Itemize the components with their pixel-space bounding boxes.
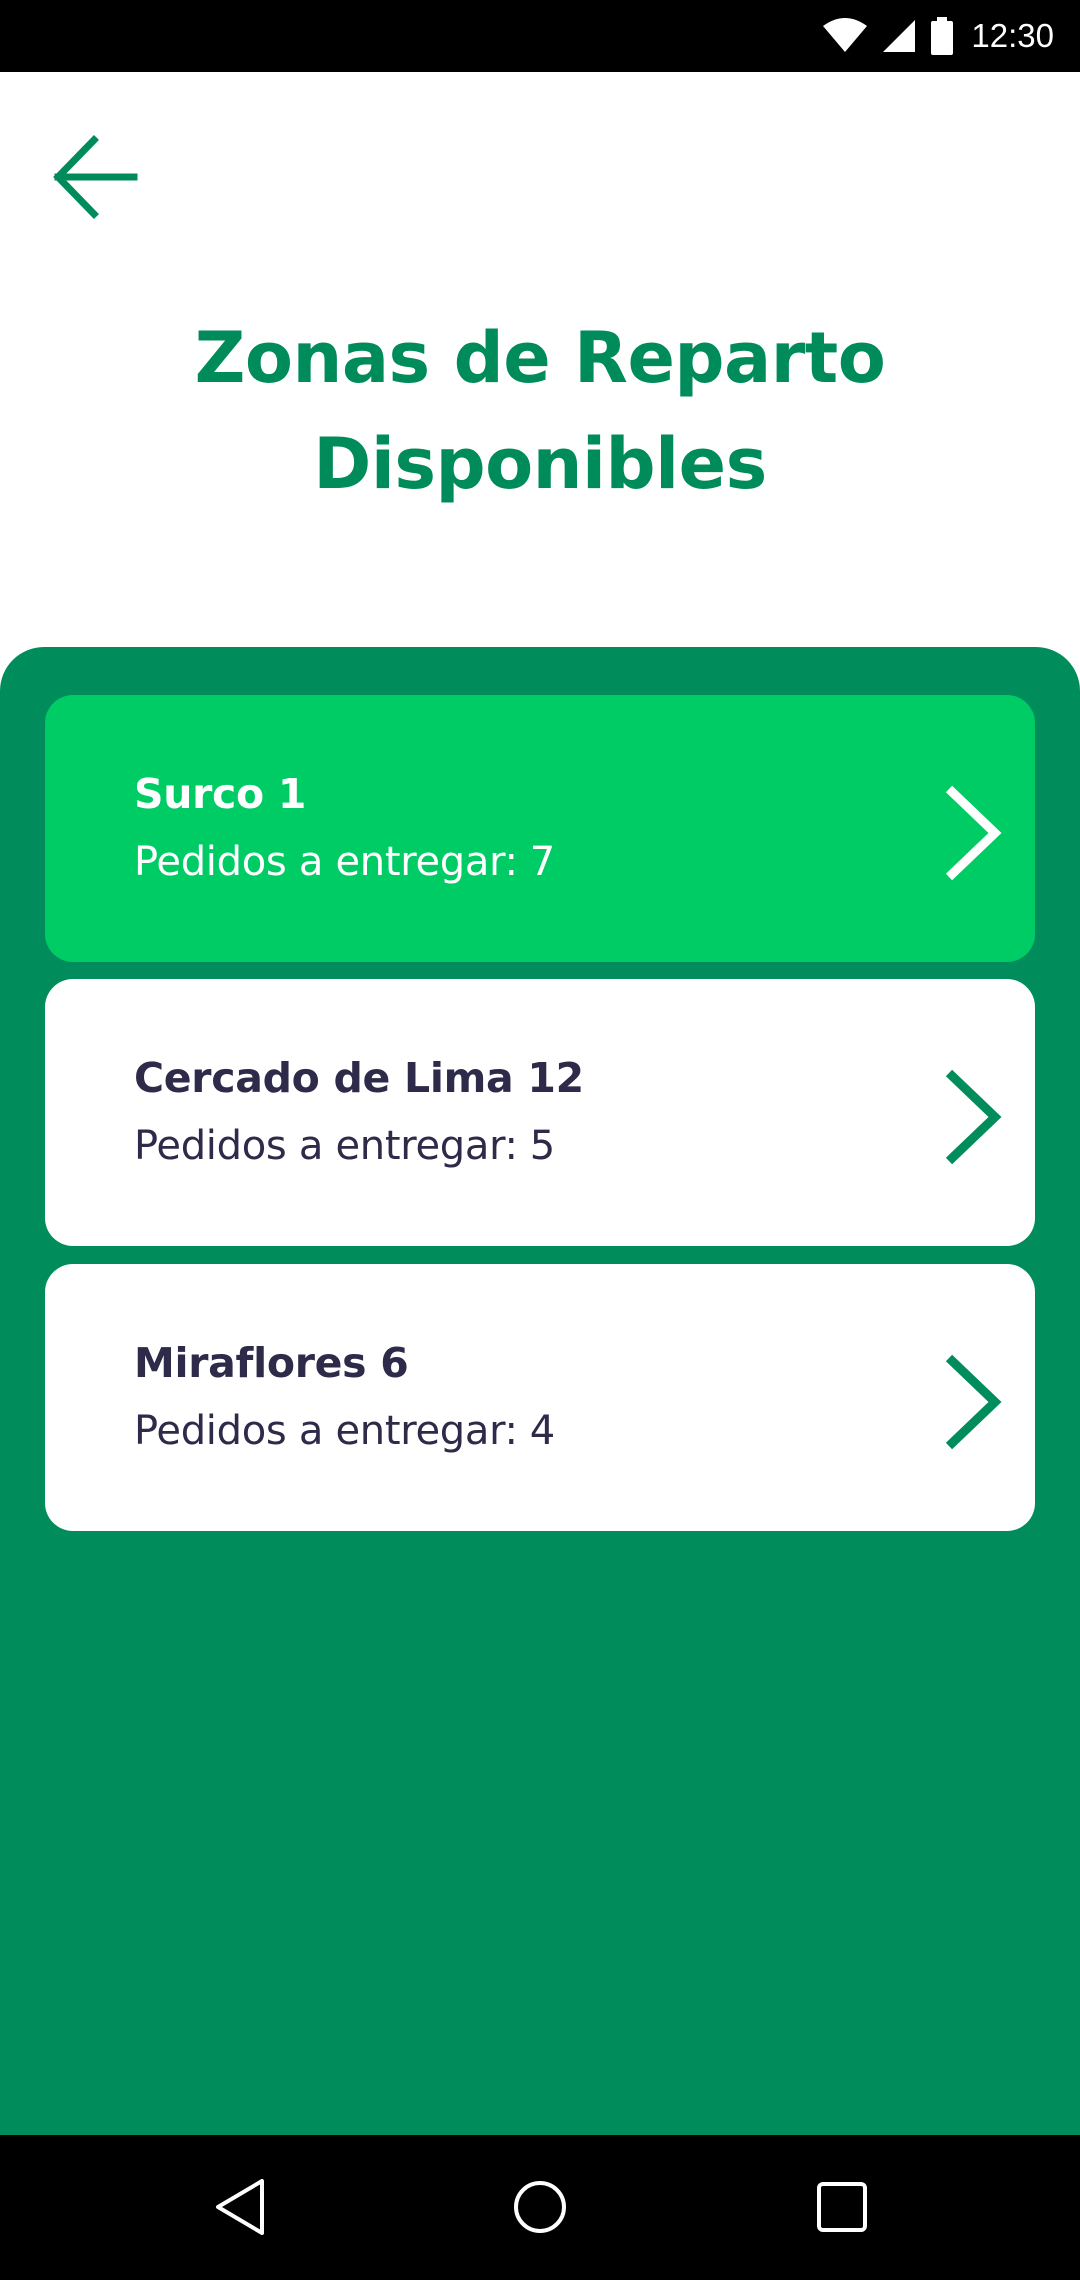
zone-card-surco-1[interactable]: Surco 1 Pedidos a entregar: 7 [45, 695, 1035, 962]
nav-bar [0, 2135, 1080, 2280]
chevron-right-icon [945, 1354, 1002, 1450]
cell-signal-icon [883, 20, 916, 52]
recents-square-icon [817, 2182, 867, 2232]
status-bar: 12:30 [0, 0, 1080, 72]
zone-orders-label: Pedidos a entregar: [134, 1408, 518, 1454]
status-time: 12:30 [971, 17, 1054, 54]
zone-card-miraflores-6[interactable]: Miraflores 6 Pedidos a entregar: 4 [45, 1264, 1035, 1531]
back-button[interactable] [40, 122, 150, 232]
zone-orders: Pedidos a entregar: 7 [134, 839, 555, 885]
zone-orders: Pedidos a entregar: 5 [134, 1123, 555, 1169]
zone-orders-count: 7 [529, 839, 555, 885]
nav-back-button[interactable] [190, 2157, 290, 2257]
battery-icon [931, 17, 954, 55]
nav-home-button[interactable] [490, 2157, 590, 2257]
arrow-left-icon [53, 135, 138, 219]
zone-orders-count: 4 [529, 1408, 555, 1454]
page-title-line1: Zonas de Reparto [194, 317, 886, 399]
zones-panel: Surco 1 Pedidos a entregar: 7 Cercado de … [0, 647, 1080, 2135]
chevron-right-icon [945, 785, 1002, 881]
screen: 12:30 Zonas de Reparto Disponibles Surco… [0, 0, 1080, 2280]
zone-name: Cercado de Lima 12 [134, 1054, 584, 1102]
zone-orders: Pedidos a entregar: 4 [134, 1408, 555, 1454]
zone-card-cercado-de-lima-12[interactable]: Cercado de Lima 12 Pedidos a entregar: 5 [45, 979, 1035, 1246]
page-title: Zonas de Reparto Disponibles [0, 305, 1080, 517]
wifi-icon [823, 18, 868, 52]
chevron-right-icon [945, 1069, 1002, 1165]
status-icons: 12:30 [823, 0, 1054, 72]
zone-orders-label: Pedidos a entregar: [134, 1123, 518, 1169]
zone-name: Surco 1 [134, 770, 307, 818]
zone-orders-count: 5 [529, 1123, 555, 1169]
home-circle-icon [514, 2181, 566, 2233]
zone-orders-label: Pedidos a entregar: [134, 839, 518, 885]
back-triangle-icon [216, 2179, 264, 2235]
nav-recents-button[interactable] [792, 2157, 892, 2257]
page-title-line2: Disponibles [313, 423, 767, 505]
zone-name: Miraflores 6 [134, 1339, 409, 1387]
